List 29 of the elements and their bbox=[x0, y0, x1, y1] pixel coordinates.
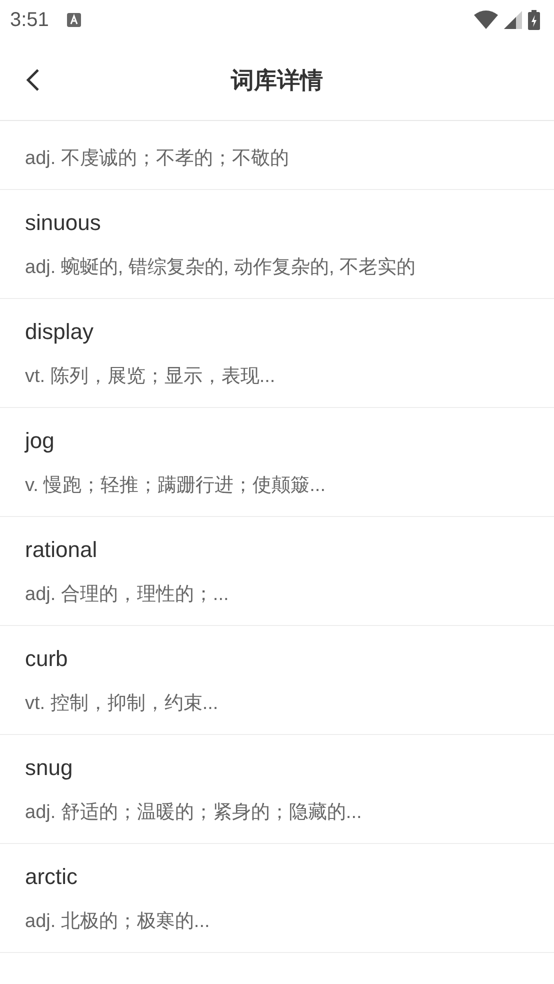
word-list-item[interactable]: arctic adj. 北极的；极寒的... bbox=[0, 844, 554, 953]
word-definition: adj. 北极的；极寒的... bbox=[25, 910, 211, 934]
word-list-item[interactable]: jog v. 慢跑；轻推；蹒跚行进；使颠簸... bbox=[0, 408, 554, 517]
word-definition: adj. 蜿蜒的, 错综复杂的, 动作复杂的, 不老实的 bbox=[25, 256, 417, 280]
wifi-icon bbox=[474, 10, 498, 30]
word-text: display bbox=[25, 319, 94, 345]
word-list-item[interactable]: display vt. 陈列，展览；显示，表现... bbox=[0, 299, 554, 408]
word-text: arctic bbox=[25, 864, 79, 890]
battery-icon bbox=[528, 10, 540, 30]
word-text: snug bbox=[25, 755, 74, 781]
word-text: rational bbox=[25, 537, 98, 563]
word-definition: adj. 合理的，理性的；... bbox=[25, 583, 230, 607]
word-definition: v. 慢跑；轻推；蹒跚行进；使颠簸... bbox=[25, 474, 326, 498]
page-title: 词库详情 bbox=[231, 66, 323, 94]
word-list-item[interactable]: sinuous adj. 蜿蜒的, 错综复杂的, 动作复杂的, 不老实的 bbox=[0, 190, 554, 299]
word-list-item[interactable]: snug adj. 舒适的；温暖的；紧身的；隐藏的... bbox=[0, 735, 554, 844]
word-list-item[interactable]: adj. 不虔诚的；不孝的；不敬的 bbox=[0, 121, 554, 190]
word-definition: adj. 不虔诚的；不孝的；不敬的 bbox=[25, 147, 290, 171]
word-text: jog bbox=[25, 428, 56, 454]
word-list-item[interactable]: rational adj. 合理的，理性的；... bbox=[0, 517, 554, 626]
word-definition: vt. 陈列，展览；显示，表现... bbox=[25, 365, 276, 389]
signal-icon bbox=[504, 11, 522, 29]
status-time: 3:51 bbox=[10, 8, 49, 32]
word-definition: adj. 舒适的；温暖的；紧身的；隐藏的... bbox=[25, 801, 363, 825]
word-text: sinuous bbox=[25, 210, 102, 236]
word-list-item[interactable]: curb vt. 控制，抑制，约束... bbox=[0, 626, 554, 735]
word-text: curb bbox=[25, 646, 69, 672]
keyboard-notification-icon bbox=[66, 13, 81, 27]
word-definition: vt. 控制，抑制，约束... bbox=[25, 692, 220, 716]
